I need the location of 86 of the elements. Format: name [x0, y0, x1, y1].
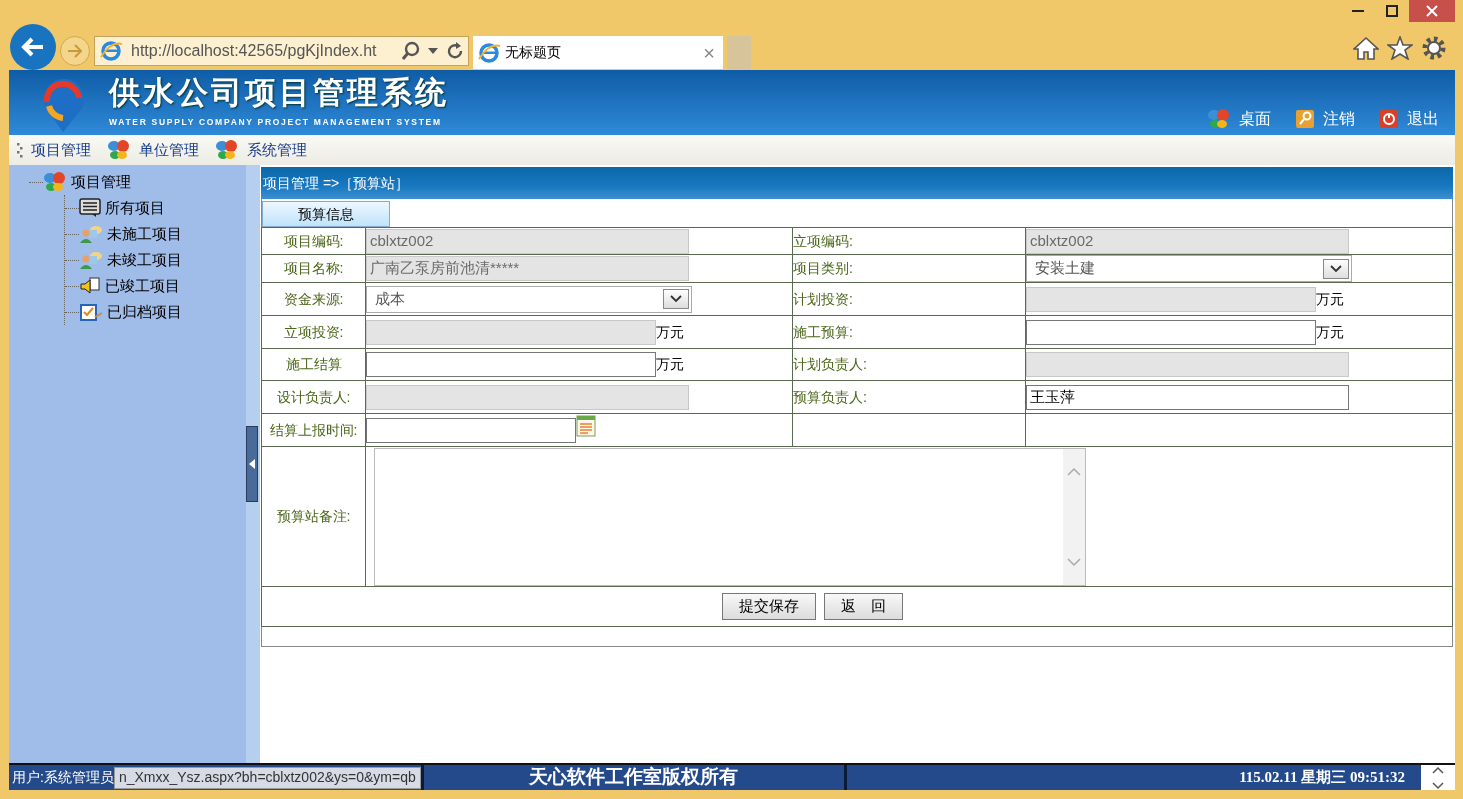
- butterfly-icon: [107, 139, 131, 161]
- address-bar[interactable]: http://localhost:42565/pgKjIndex.ht: [94, 36, 469, 66]
- close-icon: [1426, 5, 1438, 17]
- unit-label: 万元: [1316, 289, 1344, 309]
- unit-label: 万元: [656, 322, 684, 342]
- input-field[interactable]: [366, 417, 576, 443]
- field-label: 计划投资:: [793, 290, 853, 307]
- field-label: 资金来源:: [283, 290, 344, 307]
- select-field[interactable]: 成本: [366, 285, 692, 313]
- settings-icon[interactable]: [1421, 36, 1447, 60]
- search-icon[interactable]: [402, 41, 420, 61]
- field-label: 结算上报时间:: [269, 421, 358, 438]
- caret-icon[interactable]: [428, 47, 438, 55]
- close-button[interactable]: [1409, 0, 1455, 22]
- field-label: 项目名称:: [283, 260, 344, 276]
- arrow-left-icon: [249, 459, 255, 469]
- input-field: cblxtz002: [366, 228, 689, 254]
- select-field[interactable]: 安装土建: [1026, 255, 1352, 282]
- chevron-down-icon: [670, 295, 682, 303]
- unit-label: 万元: [1316, 322, 1344, 342]
- field-label: 立项编码:: [793, 232, 853, 249]
- field-label: 施工预算:: [793, 323, 853, 340]
- menu-item[interactable]: 项目管理: [17, 138, 91, 162]
- tree-item[interactable]: 所有项目: [79, 196, 165, 220]
- star-icon[interactable]: [1387, 36, 1413, 60]
- field-label: 立项投资:: [283, 323, 344, 340]
- field-label: 预算站备注:: [276, 508, 351, 524]
- tree-item[interactable]: 未施工项目: [79, 222, 182, 246]
- form-button[interactable]: 返 回: [823, 593, 903, 620]
- input-field[interactable]: 王玉萍: [1026, 384, 1349, 410]
- chevron-down-icon: [1330, 264, 1342, 273]
- tree-item[interactable]: 已竣工项目: [79, 274, 180, 298]
- tab-title: 无标题页: [505, 43, 562, 62]
- tree-item[interactable]: 项目管理: [43, 170, 131, 194]
- browser-tab[interactable]: 无标题页 ×: [473, 36, 723, 69]
- browser-logo-icon: [99, 39, 123, 63]
- key-icon: [1295, 109, 1315, 129]
- scroll-arrows-icon[interactable]: [1432, 764, 1444, 791]
- field-label: 施工结算: [285, 356, 342, 372]
- unit-label: 万元: [656, 355, 684, 374]
- home-icon[interactable]: [1353, 36, 1379, 60]
- field-label: 设计负责人:: [276, 388, 351, 405]
- input-field[interactable]: [366, 352, 656, 377]
- menu-item[interactable]: 单位管理: [107, 138, 199, 162]
- maximize-icon: [1386, 5, 1398, 17]
- power-icon: [1379, 109, 1399, 129]
- forward-arrow-icon: [67, 44, 83, 58]
- date-time: 115.02.11 星期三 09:51:32: [1239, 768, 1405, 788]
- tree-item[interactable]: 已归档项目: [79, 300, 182, 324]
- field-label: 预算负责人:: [793, 388, 867, 405]
- calendar-icon[interactable]: [576, 415, 596, 437]
- copyright-text: 天心软件工作室版权所有: [529, 765, 739, 790]
- butterfly-icon: [215, 139, 239, 161]
- menu-item[interactable]: 系统管理: [215, 138, 307, 162]
- tree-item[interactable]: 未竣工项目: [79, 248, 182, 272]
- browser-logo-icon: [477, 40, 501, 65]
- app-title: 供水公司项目管理系统: [109, 76, 449, 108]
- input-field: cblxtz002: [1026, 228, 1349, 254]
- header-link[interactable]: 退出: [1379, 107, 1439, 131]
- form-button[interactable]: 提交保存: [721, 593, 816, 620]
- header-link[interactable]: 注销: [1295, 107, 1355, 131]
- people-icon: [79, 250, 103, 270]
- speaker-icon: [79, 276, 101, 296]
- back-button[interactable]: [10, 24, 56, 70]
- input-field[interactable]: [1026, 319, 1316, 345]
- collapse-handle[interactable]: [246, 426, 258, 502]
- checklist-icon: [79, 302, 103, 322]
- grip-icon: [17, 142, 23, 158]
- document-list-icon: [79, 198, 101, 218]
- refresh-icon[interactable]: [446, 42, 464, 60]
- tab-close-button[interactable]: ×: [703, 37, 715, 68]
- header-link[interactable]: 桌面: [1207, 107, 1271, 131]
- field-label: 项目类别:: [793, 260, 853, 276]
- link-preview: n_Xmxx_Ysz.aspx?bh=cblxtz002&ys=0&ym=qb: [113, 766, 421, 789]
- tab[interactable]: 预算信息: [262, 201, 390, 227]
- field-label: 项目编码:: [283, 232, 344, 249]
- people-icon: [79, 224, 103, 244]
- back-arrow-icon: [21, 36, 45, 58]
- minimize-icon: [1352, 10, 1364, 12]
- field-label: 计划负责人:: [793, 356, 867, 372]
- butterfly-icon: [43, 171, 67, 193]
- url-text: http://localhost:42565/pgKjIndex.ht: [131, 41, 378, 61]
- breadcrumb: 项目管理 =>［预算站］: [263, 173, 410, 193]
- input-field: 广南乙泵房前池清*****: [366, 256, 689, 281]
- butterfly-icon: [1207, 108, 1231, 130]
- app-subtitle: WATER SUPPLY COMPANY PROJECT MANAGEMENT SYSTEM: [109, 115, 443, 129]
